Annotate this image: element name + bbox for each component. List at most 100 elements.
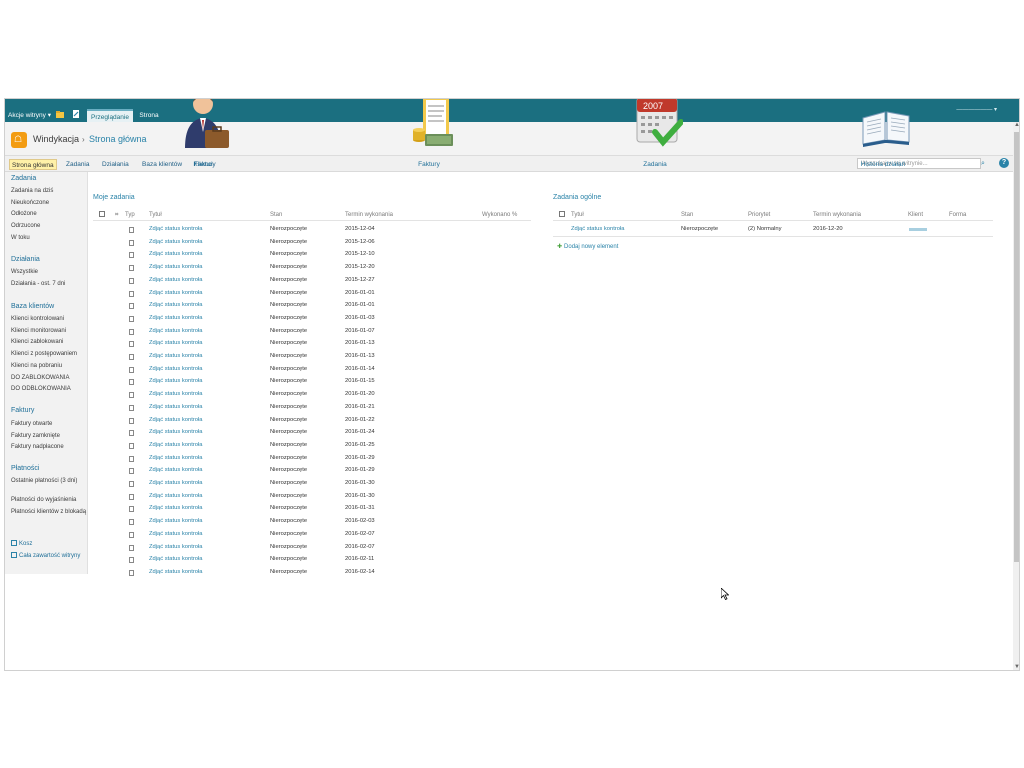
task-title-link[interactable]: Zdjąć status kontroła — [149, 556, 203, 562]
leftnav-item[interactable]: Ostatnie płatności (3 dni) — [11, 477, 87, 485]
edit-page-icon[interactable] — [72, 110, 80, 118]
folder-icon[interactable] — [56, 110, 64, 118]
task-title-link[interactable]: Zdjąć status kontroła — [149, 442, 203, 448]
task-title-link[interactable]: Zdjąć status kontroła — [149, 417, 203, 423]
task-title-link[interactable]: Zdjąć status kontroła — [149, 290, 203, 296]
column-header-status[interactable]: Stan — [270, 212, 282, 218]
tab-page[interactable]: Strona — [135, 109, 163, 122]
general-task-title[interactable]: Zdjąć status kontroła — [571, 226, 625, 232]
task-title-link[interactable]: Zdjąć status kontroła — [149, 251, 203, 257]
leftnav-item[interactable]: Płatności klientów z blokadą — [11, 508, 87, 516]
leftnav-item[interactable]: Klienci monitorowani — [11, 327, 87, 335]
task-title-link[interactable]: Zdjąć status kontroła — [149, 404, 203, 410]
task-title-link[interactable]: Zdjąć status kontroła — [149, 226, 203, 232]
task-title-link[interactable]: Zdjąć status kontroła — [149, 277, 203, 283]
general-task-priority: (2) Normalny — [748, 226, 782, 232]
leftnav-item[interactable]: Klienci na pobraniu — [11, 362, 87, 370]
task-title-link[interactable]: Zdjąć status kontroła — [149, 531, 203, 537]
quick-link-label[interactable]: Zadania — [615, 161, 695, 168]
task-title-link[interactable]: Zdjąć status kontroła — [149, 518, 203, 524]
leftnav-item[interactable]: Faktury nadpłacone — [11, 443, 87, 451]
task-title-link[interactable]: Zdjąć status kontroła — [149, 505, 203, 511]
add-new-item-link[interactable]: ✚ Dodaj nowy element — [557, 243, 618, 250]
task-title-link[interactable]: Zdjąć status kontroła — [149, 455, 203, 461]
leftnav-item[interactable]: DO ODBLOKOWANIA — [11, 385, 87, 393]
nav-actions[interactable]: Działania — [100, 159, 131, 170]
task-title-link[interactable]: Zdjąć status kontroła — [149, 480, 203, 486]
leftnav-item[interactable]: Działania - ost. 7 dni — [11, 280, 87, 288]
scroll-down-icon[interactable]: ▼ — [1013, 664, 1019, 670]
task-status: Nierozpoczęte — [270, 302, 308, 309]
recycle-bin-link[interactable]: Kosz — [11, 540, 87, 548]
leftnav-item[interactable]: Odrzucone — [11, 222, 87, 230]
column-header-client[interactable]: Klient — [908, 212, 923, 218]
site-actions-menu[interactable]: Akcje witryny ▾ — [8, 111, 51, 119]
task-title-link[interactable]: Zdjąć status kontroła — [149, 467, 203, 473]
leftnav-item[interactable]: Klienci zablokowani — [11, 338, 87, 346]
quick-link-label[interactable]: Faktury — [389, 161, 469, 168]
leftnav-heading-payments[interactable]: Płatności — [11, 465, 39, 472]
column-header-type[interactable]: Typ — [125, 212, 135, 218]
column-header-due[interactable]: Termin wykonania — [813, 212, 861, 218]
attachment-column-header[interactable]: ⌗ — [115, 212, 118, 219]
user-menu[interactable]: —————— ▾ — [956, 106, 997, 113]
leftnav-heading-tasks[interactable]: Zadania — [11, 175, 36, 182]
task-title-link[interactable]: Zdjąć status kontroła — [149, 264, 203, 270]
task-title-link[interactable]: Zdjąć status kontroła — [149, 493, 203, 499]
task-title-link[interactable]: Zdjąć status kontroła — [149, 378, 203, 384]
task-title-link[interactable]: Zdjąć status kontroła — [149, 302, 203, 308]
task-title-link[interactable]: Zdjąć status kontroła — [149, 340, 203, 346]
column-header-form[interactable]: Forma — [949, 212, 966, 218]
task-title-link[interactable]: Zdjąć status kontroła — [149, 391, 203, 397]
site-logo-icon[interactable]: ☖ — [11, 132, 27, 148]
column-header-percent[interactable]: Wykonano % — [482, 212, 517, 218]
general-task-client-link[interactable] — [909, 228, 927, 231]
task-title-link[interactable]: Zdjąć status kontroła — [149, 569, 203, 575]
column-header-priority[interactable]: Priorytet — [748, 212, 770, 218]
help-icon[interactable]: ? — [999, 158, 1009, 168]
leftnav-item[interactable]: Klienci z postępowaniem — [11, 350, 87, 358]
scroll-thumb[interactable] — [1014, 132, 1019, 562]
nav-home[interactable]: Strona główna — [9, 159, 57, 170]
my-tasks-title[interactable]: Moje zadania — [93, 194, 135, 201]
vertical-scrollbar[interactable]: ▲ ▼ — [1013, 122, 1019, 670]
leftnav-item[interactable]: Nieukończone — [11, 199, 87, 207]
task-due-date: 2016-01-29 — [345, 467, 375, 474]
task-title-link[interactable]: Zdjąć status kontroła — [149, 239, 203, 245]
column-header-title[interactable]: Tytuł — [571, 212, 584, 218]
leftnav-heading-clients[interactable]: Baza klientów — [11, 303, 54, 310]
task-title-link[interactable]: Zdjąć status kontroła — [149, 366, 203, 372]
leftnav-heading-actions[interactable]: Działania — [11, 256, 40, 263]
leftnav-item[interactable]: Odłożone — [11, 210, 87, 218]
task-status: Nierozpoczęte — [270, 340, 308, 347]
task-due-date: 2016-01-07 — [345, 327, 375, 334]
select-all-checkbox[interactable] — [99, 211, 105, 217]
leftnav-item[interactable]: Faktury otwarte — [11, 420, 87, 428]
leftnav-item[interactable]: Płatności do wyjaśnienia — [11, 496, 87, 504]
task-title-link[interactable]: Zdjąć status kontroła — [149, 429, 203, 435]
leftnav-item[interactable]: Zadania na dziś — [11, 187, 87, 195]
leftnav-item[interactable]: Klienci kontrolowani — [11, 315, 87, 323]
all-content-link[interactable]: Cała zawartość witryny — [11, 552, 87, 560]
scroll-up-icon[interactable]: ▲ — [1013, 122, 1019, 130]
leftnav-heading-invoices[interactable]: Faktury — [11, 407, 34, 414]
task-title-link[interactable]: Zdjąć status kontroła — [149, 315, 203, 321]
column-header-title[interactable]: Tytuł — [149, 212, 162, 218]
quick-link-label[interactable]: Klienci — [163, 161, 243, 168]
task-title-link[interactable]: Zdjąć status kontroła — [149, 544, 203, 550]
task-title-link[interactable]: Zdjąć status kontroła — [149, 353, 203, 359]
leftnav-item[interactable]: Faktury zamknięte — [11, 432, 87, 440]
select-all-checkbox[interactable] — [559, 211, 565, 217]
quick-link-label[interactable]: Historia działań — [843, 161, 923, 168]
column-header-due[interactable]: Termin wykonania — [345, 212, 393, 218]
tab-browse[interactable]: Przeglądanie — [87, 109, 133, 122]
column-header-status[interactable]: Stan — [681, 212, 693, 218]
search-icon[interactable]: ⌕ — [978, 158, 988, 169]
nav-tasks[interactable]: Zadania — [64, 159, 92, 170]
task-title-link[interactable]: Zdjąć status kontroła — [149, 328, 203, 334]
general-tasks-title[interactable]: Zadania ogólne — [553, 194, 601, 201]
leftnav-item[interactable]: Wszystkie — [11, 268, 87, 276]
site-title[interactable]: Windykacja — [33, 134, 79, 144]
leftnav-item[interactable]: W toku — [11, 234, 87, 242]
leftnav-item[interactable]: DO ZABLOKOWANIA — [11, 374, 87, 382]
